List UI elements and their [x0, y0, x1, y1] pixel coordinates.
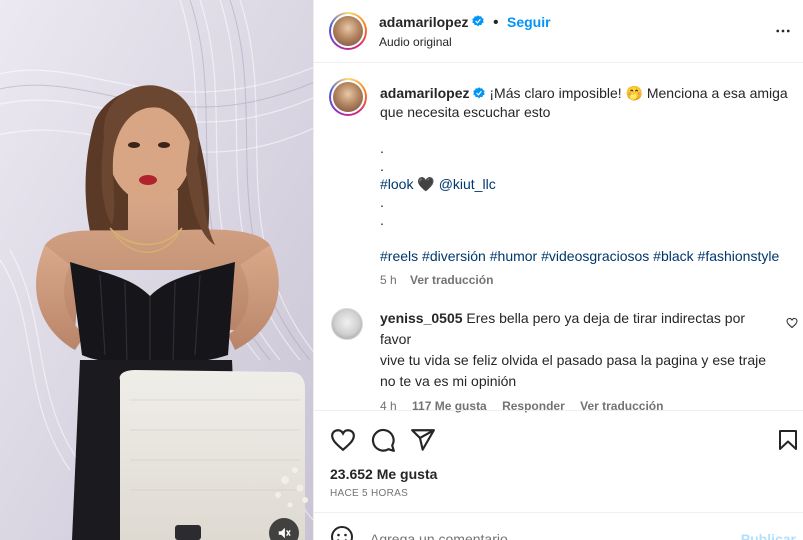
bookmark-icon — [779, 430, 797, 450]
like-button[interactable] — [330, 427, 356, 458]
comment-input[interactable]: Agrega un comentario... — [370, 531, 519, 540]
mute-icon — [278, 527, 291, 539]
black-heart-emoji: 🖤 — [417, 176, 435, 193]
verified-badge-icon — [472, 14, 485, 32]
emoji-icon — [331, 526, 353, 540]
video-frame-illustration — [0, 0, 313, 540]
commenter-avatar[interactable] — [331, 308, 363, 340]
caption-text-line2: que necesita escuchar esto — [380, 104, 551, 121]
hashtag-link[interactable]: #humor — [490, 248, 537, 264]
share-button[interactable] — [410, 427, 436, 458]
share-icon — [411, 429, 435, 451]
follow-button[interactable]: Seguir — [507, 14, 551, 30]
comments-section: adamarilopez ¡Más claro imposible! 🤭 Men… — [314, 64, 803, 413]
hashtag-link[interactable]: #reels — [380, 248, 418, 264]
caption-username[interactable]: adamarilopez — [380, 85, 469, 101]
comment-username[interactable]: yeniss_0505 — [380, 310, 463, 326]
hashtag-link[interactable]: #fashionstyle — [698, 248, 780, 264]
hashtag-link[interactable]: #diversión — [422, 248, 486, 264]
comment-button[interactable] — [370, 427, 396, 458]
post-caption: adamarilopez ¡Más claro imposible! 🤭 Men… — [380, 84, 790, 289]
caption-dot: . — [380, 140, 384, 157]
comment-like-button[interactable] — [786, 316, 798, 334]
more-options-button[interactable] — [774, 22, 792, 45]
comment-item: yeniss_0505 Eres bella pero ya deja de t… — [380, 308, 780, 417]
more-options-icon — [776, 29, 790, 33]
verified-badge-icon — [473, 85, 486, 103]
separator-dot: • — [492, 14, 499, 32]
post-header: adamarilopez • Seguir Audio original — [314, 0, 803, 63]
comment-text-line3: no te va es mi opinión — [380, 373, 517, 389]
caption-dot: . — [380, 158, 384, 175]
caption-text-line1: ¡Más claro imposible! 🤭 Menciona a esa a… — [489, 85, 788, 101]
caption-translate-button[interactable]: Ver traducción — [410, 273, 493, 287]
mention-link[interactable]: @kiut_llc — [439, 176, 496, 192]
heart-icon — [331, 429, 355, 452]
hashtag-link[interactable]: #videosgraciosos — [541, 248, 649, 264]
author-avatar[interactable] — [329, 12, 367, 50]
caption-timestamp[interactable]: 5 h — [380, 273, 397, 287]
comment-composer: Agrega un comentario... Publicar — [314, 512, 803, 540]
likes-count[interactable]: 23.652 Me gusta — [330, 466, 437, 482]
hashtag-link[interactable]: #black — [653, 248, 693, 264]
hashtag-list: #reels #diversión #humor #videosgracioso… — [380, 247, 790, 265]
hashtag-link[interactable]: #look — [380, 176, 413, 192]
caption-dot: . — [380, 194, 384, 211]
emoji-picker-button[interactable] — [330, 525, 354, 540]
comment-text-line2: vive tu vida se feliz olvida el pasado p… — [380, 352, 767, 368]
caption-dot: . — [380, 212, 384, 229]
audio-link[interactable]: Audio original — [379, 35, 452, 49]
post-timestamp[interactable]: HACE 5 HORAS — [330, 488, 408, 499]
caption-author-avatar[interactable] — [329, 78, 367, 116]
heart-small-icon — [786, 317, 798, 329]
post-video[interactable] — [0, 0, 313, 540]
post-details-panel: adamarilopez • Seguir Audio original ada… — [313, 0, 803, 540]
publish-button[interactable]: Publicar — [741, 531, 796, 540]
comment-icon — [371, 428, 395, 452]
author-username[interactable]: adamarilopez — [379, 14, 468, 30]
save-button[interactable] — [776, 427, 800, 458]
mute-toggle-button[interactable] — [269, 518, 299, 540]
